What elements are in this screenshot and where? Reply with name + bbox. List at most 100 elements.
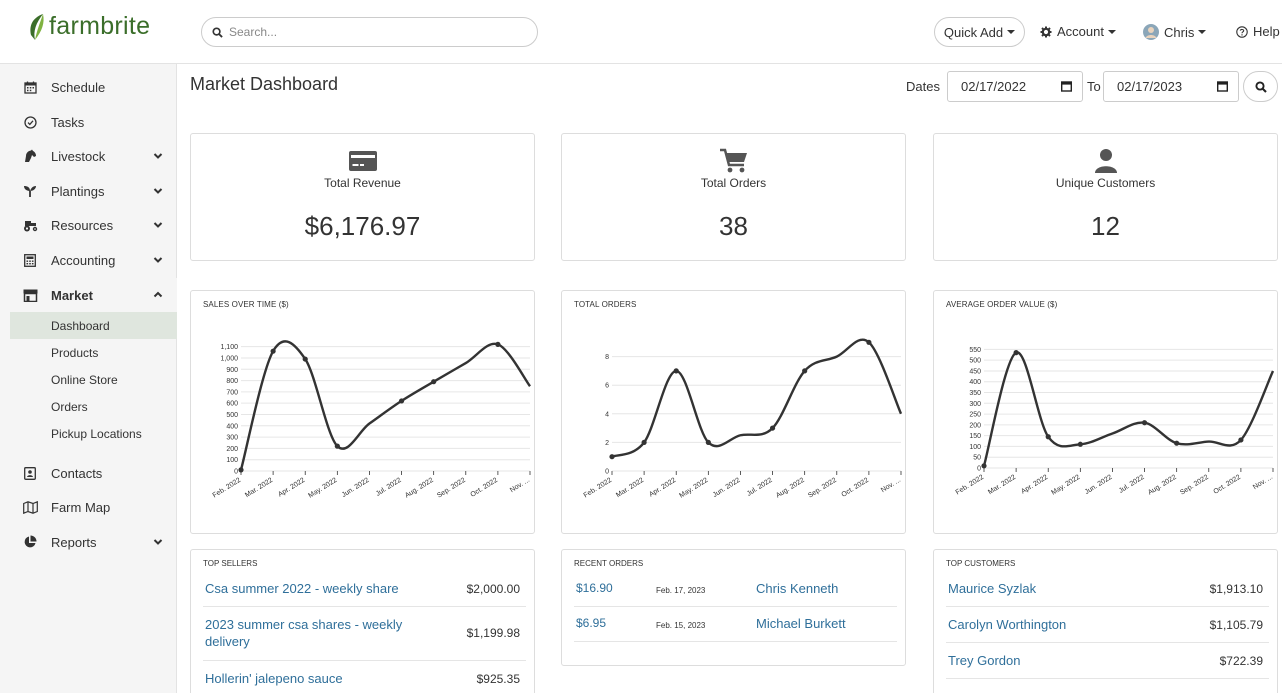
user-name: Chris [1164, 24, 1195, 40]
stat-label: Total Orders [700, 176, 767, 190]
list-item: $16.90 Feb. 17, 2023 Chris Kenneth [574, 574, 897, 607]
order-date: Feb. 17, 2023 [656, 586, 706, 595]
stat-card-unique-customers: Unique Customers 12 [933, 133, 1278, 261]
y-tick-label: 800 [226, 378, 238, 385]
sidebar-item-livestock[interactable]: Livestock [10, 139, 177, 173]
data-point [769, 425, 776, 431]
calendar-icon [23, 81, 37, 94]
sidebar-item-plantings[interactable]: Plantings [10, 174, 177, 208]
x-tick-label: Aug. 2022 [1147, 474, 1178, 497]
product-link[interactable]: Hollerin' jalepeno sauce [205, 671, 343, 686]
farmbrite-logo[interactable]: farmbrite [28, 12, 150, 41]
sidebar-subitem-products[interactable]: Products [10, 339, 177, 366]
y-tick-label: 150 [969, 433, 981, 440]
sidebar-subitem-dashboard[interactable]: Dashboard [10, 312, 177, 339]
y-tick-label: 450 [969, 368, 981, 375]
y-tick-label: 1,000 [220, 355, 238, 362]
sidebar-item-label: Reports [51, 534, 97, 550]
search-icon [212, 26, 223, 38]
user-menu[interactable]: Chris [1143, 24, 1207, 40]
help-link[interactable]: Help [1236, 24, 1280, 39]
gear-icon [1040, 26, 1052, 37]
sales-over-time-chart: 0 100 200 300 400 500 600 700 800 900 1,000 1,100 Fe… [212, 340, 531, 500]
y-tick-label: 0 [605, 469, 609, 476]
stat-card-total-revenue: Total Revenue $6,176.97 [190, 133, 535, 261]
calendar-icon[interactable] [1217, 81, 1228, 92]
sidebar-item-farm-map[interactable]: Farm Map [10, 490, 177, 524]
customer-link[interactable]: Chris Kenneth [756, 581, 838, 596]
sidebar: Schedule Tasks Livestock Plantings Resou… [0, 64, 177, 693]
chevron-down-icon [1107, 29, 1116, 34]
sidebar-item-reports[interactable]: Reports [10, 525, 177, 559]
y-tick-label: 50 [973, 455, 981, 462]
date-search-button[interactable] [1243, 71, 1278, 102]
list-title: TOP SELLERS [203, 559, 258, 568]
cart-icon [719, 148, 747, 173]
check-circle-icon [23, 115, 37, 129]
customer-amount: $1,105.79 [1209, 618, 1263, 632]
data-point [238, 467, 244, 473]
contact-card-icon [24, 466, 36, 480]
chevron-up-icon [153, 291, 163, 298]
order-amount-link[interactable]: $16.90 [576, 581, 613, 595]
list-item: Maurice Syzlak $1,913.10 [946, 574, 1269, 607]
customer-link[interactable]: Carolyn Worthington [948, 617, 1066, 632]
product-link[interactable]: 2023 summer csa shares - weekly delivery [205, 616, 425, 650]
search-box[interactable] [201, 17, 538, 47]
list-title: TOP CUSTOMERS [946, 559, 1016, 568]
sidebar-subitem-orders[interactable]: Orders [10, 393, 177, 420]
x-tick-label: Nov. ... [509, 477, 531, 494]
y-tick-label: 900 [226, 367, 238, 374]
sidebar-item-label: Schedule [51, 79, 106, 95]
y-tick-label: 6 [605, 383, 609, 390]
stat-value: 12 [1091, 211, 1120, 241]
tractor-icon [23, 221, 37, 232]
user-icon [1094, 149, 1117, 173]
x-tick-label: Feb. 2022 [583, 477, 614, 500]
y-tick-label: 700 [226, 389, 238, 396]
customer-link[interactable]: Trey Gordon [948, 653, 1021, 668]
sidebar-item-market[interactable]: Market [10, 278, 177, 312]
date-from-value: 02/17/2022 [961, 79, 1027, 94]
list-item: Carolyn Worthington $1,105.79 [946, 607, 1269, 643]
sidebar-item-tasks[interactable]: Tasks [10, 105, 177, 139]
quick-add-button[interactable]: Quick Add [934, 17, 1025, 47]
calendar-icon[interactable] [1061, 81, 1072, 92]
x-tick-label: Jun. 2022 [1084, 474, 1114, 496]
chevron-down-icon [1198, 30, 1207, 34]
average-order-value-chart: 0 50 100 150 200 250 300 350 400 450 500 550 Feb. 20… [955, 347, 1274, 497]
sidebar-subitem-online-store[interactable]: Online Store [10, 366, 177, 393]
date-to-input[interactable]: 02/17/2023 [1103, 71, 1239, 102]
chevron-down-icon [153, 153, 163, 159]
sidebar-subitem-pickup-locations[interactable]: Pickup Locations [10, 420, 177, 447]
leaf-logo-icon [30, 13, 44, 40]
y-tick-label: 500 [969, 358, 981, 365]
sidebar-item-resources[interactable]: Resources [10, 208, 177, 242]
data-point [270, 348, 276, 354]
date-from-input[interactable]: 02/17/2022 [947, 71, 1083, 102]
sidebar-item-schedule[interactable]: Schedule [10, 70, 177, 104]
x-tick-label: Nov. ... [880, 477, 902, 494]
data-point [641, 439, 647, 445]
y-tick-label: 0 [234, 469, 238, 476]
y-tick-label: 200 [226, 446, 238, 453]
customer-link[interactable]: Maurice Syzlak [948, 581, 1036, 596]
x-tick-label: Oct. 2022 [1212, 474, 1242, 496]
y-tick-label: 4 [605, 411, 609, 418]
x-tick-label: Aug. 2022 [404, 477, 435, 500]
top-sellers-card: TOP SELLERS Csa summer 2022 - weekly sha… [190, 549, 535, 693]
chevron-down-icon [153, 188, 163, 194]
sidebar-item-accounting[interactable]: Accounting [10, 243, 177, 277]
order-amount-link[interactable]: $6.95 [576, 616, 606, 630]
chart-card-total-orders: TOTAL ORDERS 0 2 4 6 8 Feb. 2022 Mar. 2022 Apr.… [561, 290, 906, 534]
account-menu[interactable]: Account [1040, 24, 1116, 39]
x-tick-label: Apr. 2022 [277, 477, 306, 499]
product-link[interactable]: Csa summer 2022 - weekly share [205, 581, 399, 596]
quick-add-label: Quick Add [943, 24, 1004, 40]
search-input[interactable] [229, 25, 509, 39]
sidebar-item-contacts[interactable]: Contacts [10, 456, 177, 490]
sidebar-item-label: Farm Map [51, 499, 111, 515]
customer-link[interactable]: Michael Burkett [756, 616, 846, 631]
customer-amount: $722.39 [1219, 654, 1263, 668]
sidebar-item-label: Resources [51, 217, 114, 233]
